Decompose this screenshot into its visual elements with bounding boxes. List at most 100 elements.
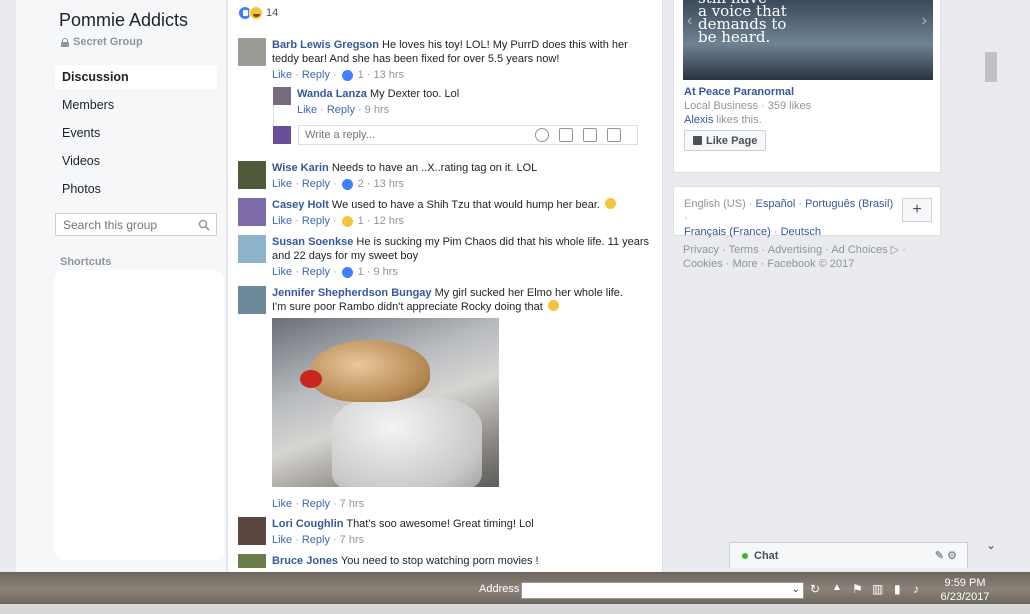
comment-actions: Like · Reply · 7 hrs: [272, 498, 365, 510]
reply-link[interactable]: Reply: [302, 177, 330, 191]
reply-input[interactable]: [305, 129, 525, 141]
ad-image[interactable]: still have a voice that demands to be he…: [683, 0, 933, 80]
like-link[interactable]: Like: [272, 177, 292, 191]
ad-social-context: Alexis likes this.: [684, 114, 762, 126]
ad-quote-text: still have a voice that demands to be he…: [698, 0, 787, 46]
footer-links[interactable]: Privacy · Terms · Advertising · Ad Choic…: [683, 243, 923, 271]
like-link[interactable]: Like: [272, 533, 292, 547]
timestamp[interactable]: 9 hrs: [365, 103, 389, 117]
reply-link[interactable]: Reply: [327, 103, 355, 117]
more-languages-button[interactable]: +: [902, 198, 932, 222]
group-title[interactable]: Pommie Addicts: [59, 10, 188, 31]
reaction-count[interactable]: 1: [358, 68, 364, 82]
avatar[interactable]: [238, 517, 266, 545]
comment-text: My Dexter too. Lol: [369, 88, 460, 100]
ad-page-name[interactable]: At Peace Paranormal: [684, 86, 794, 98]
language-link[interactable]: Deutsch: [781, 226, 821, 238]
network-icon[interactable]: ▥: [872, 582, 883, 596]
system-clock[interactable]: 9:59 PM 6/23/2017: [935, 576, 995, 604]
post-reactions[interactable]: 14: [238, 6, 278, 20]
scrollbar-thumb[interactable]: [985, 52, 997, 82]
avatar[interactable]: [238, 198, 266, 226]
nav-videos[interactable]: Videos: [55, 149, 217, 173]
like-page-button[interactable]: Like Page: [684, 130, 767, 151]
reply-link[interactable]: Reply: [302, 68, 330, 82]
chat-tab[interactable]: Chat ✎ ⚙: [729, 542, 968, 568]
avatar[interactable]: [238, 286, 266, 314]
timestamp[interactable]: 7 hrs: [340, 533, 364, 547]
comment-photo[interactable]: [272, 318, 499, 487]
language-link[interactable]: Français (France): [684, 226, 771, 238]
avatar[interactable]: [238, 161, 266, 189]
avatar[interactable]: [238, 38, 266, 66]
commenter-name[interactable]: Wanda Lanza: [297, 88, 367, 100]
commenter-name[interactable]: Barb Lewis Gregson: [272, 39, 379, 51]
language-link[interactable]: Português (Brasil): [805, 198, 893, 210]
address-input[interactable]: [522, 583, 787, 599]
gif-icon[interactable]: [583, 128, 597, 142]
dropdown-arrow-icon[interactable]: ⌄: [792, 584, 800, 595]
timestamp[interactable]: 13 hrs: [373, 177, 404, 191]
reaction-count[interactable]: 1: [358, 265, 364, 279]
carousel-prev-icon[interactable]: ‹: [687, 12, 692, 30]
taskbar-bottom-strip: [0, 604, 1030, 614]
refresh-icon[interactable]: ↻: [810, 582, 820, 596]
commenter-name[interactable]: Susan Soenkse: [272, 236, 353, 248]
carousel-next-icon[interactable]: ›: [922, 12, 927, 30]
chat-settings-icon[interactable]: ✎ ⚙: [935, 549, 957, 562]
commenter-name[interactable]: Jennifer Shepherdson Bungay: [272, 287, 432, 299]
group-search-input[interactable]: [63, 217, 193, 232]
comment-text: That's soo awesome! Great timing! Lol: [346, 518, 534, 530]
like-link[interactable]: Like: [272, 265, 292, 279]
signal-icon[interactable]: ▮: [894, 582, 901, 596]
reaction-count[interactable]: 1: [358, 214, 364, 228]
my-avatar: [273, 126, 291, 144]
sticker-icon[interactable]: [607, 128, 621, 142]
emoji-icon[interactable]: [535, 128, 549, 142]
reply-link[interactable]: Reply: [302, 533, 330, 547]
nav-members[interactable]: Members: [55, 93, 217, 117]
commenter-name[interactable]: Wise Karin: [272, 162, 329, 174]
commenter-name[interactable]: Casey Holt: [272, 199, 329, 211]
language-link[interactable]: Español: [756, 198, 796, 210]
like-link[interactable]: Like: [297, 103, 317, 117]
timestamp[interactable]: 7 hrs: [340, 498, 364, 510]
reaction-count[interactable]: 2: [358, 177, 364, 191]
timestamp[interactable]: 9 hrs: [373, 265, 397, 279]
flushed-emoji-icon: [605, 198, 617, 209]
reply-link[interactable]: Reply: [302, 265, 330, 279]
flag-icon[interactable]: ⚑: [852, 582, 863, 596]
timestamp[interactable]: 13 hrs: [373, 68, 404, 82]
reply-link[interactable]: Reply: [302, 214, 330, 228]
like-link[interactable]: Like: [272, 214, 292, 228]
avatar[interactable]: [238, 235, 266, 263]
haha-reaction-icon: [341, 215, 353, 227]
friend-name-link[interactable]: Alexis: [684, 114, 713, 126]
like-link[interactable]: Like: [272, 498, 292, 510]
reply-box[interactable]: [298, 125, 638, 145]
search-icon[interactable]: [198, 219, 210, 231]
nav-events[interactable]: Events: [55, 121, 217, 145]
current-language: English (US) ·: [684, 198, 756, 210]
scroll-down-icon[interactable]: ⌄: [984, 538, 998, 552]
avatar[interactable]: [273, 87, 291, 105]
camera-icon[interactable]: [559, 128, 573, 142]
group-privacy-label: Secret Group: [73, 36, 143, 48]
nav-discussion[interactable]: Discussion: [55, 65, 217, 89]
group-search[interactable]: [55, 213, 217, 236]
show-hidden-icons-icon[interactable]: ▲: [832, 582, 842, 593]
sponsored-page-card: still have a voice that demands to be he…: [673, 0, 941, 173]
timestamp[interactable]: 12 hrs: [373, 214, 404, 228]
commenter-name[interactable]: Lori Coughlin: [272, 518, 343, 530]
address-bar[interactable]: ⌄: [521, 582, 804, 599]
avatar[interactable]: [238, 554, 266, 568]
laughing-emoji-icon: [547, 300, 559, 311]
comment-actions: Like · Reply · 9 hrs: [297, 103, 390, 117]
reply-link[interactable]: Reply: [302, 498, 330, 510]
ad-social-suffix: likes this.: [713, 114, 762, 126]
like-link[interactable]: Like: [272, 68, 292, 82]
volume-icon[interactable]: ♪: [913, 582, 919, 596]
nav-photos[interactable]: Photos: [55, 177, 217, 201]
clock-date: 6/23/2017: [940, 591, 990, 603]
commenter-name[interactable]: Bruce Jones: [272, 555, 338, 567]
